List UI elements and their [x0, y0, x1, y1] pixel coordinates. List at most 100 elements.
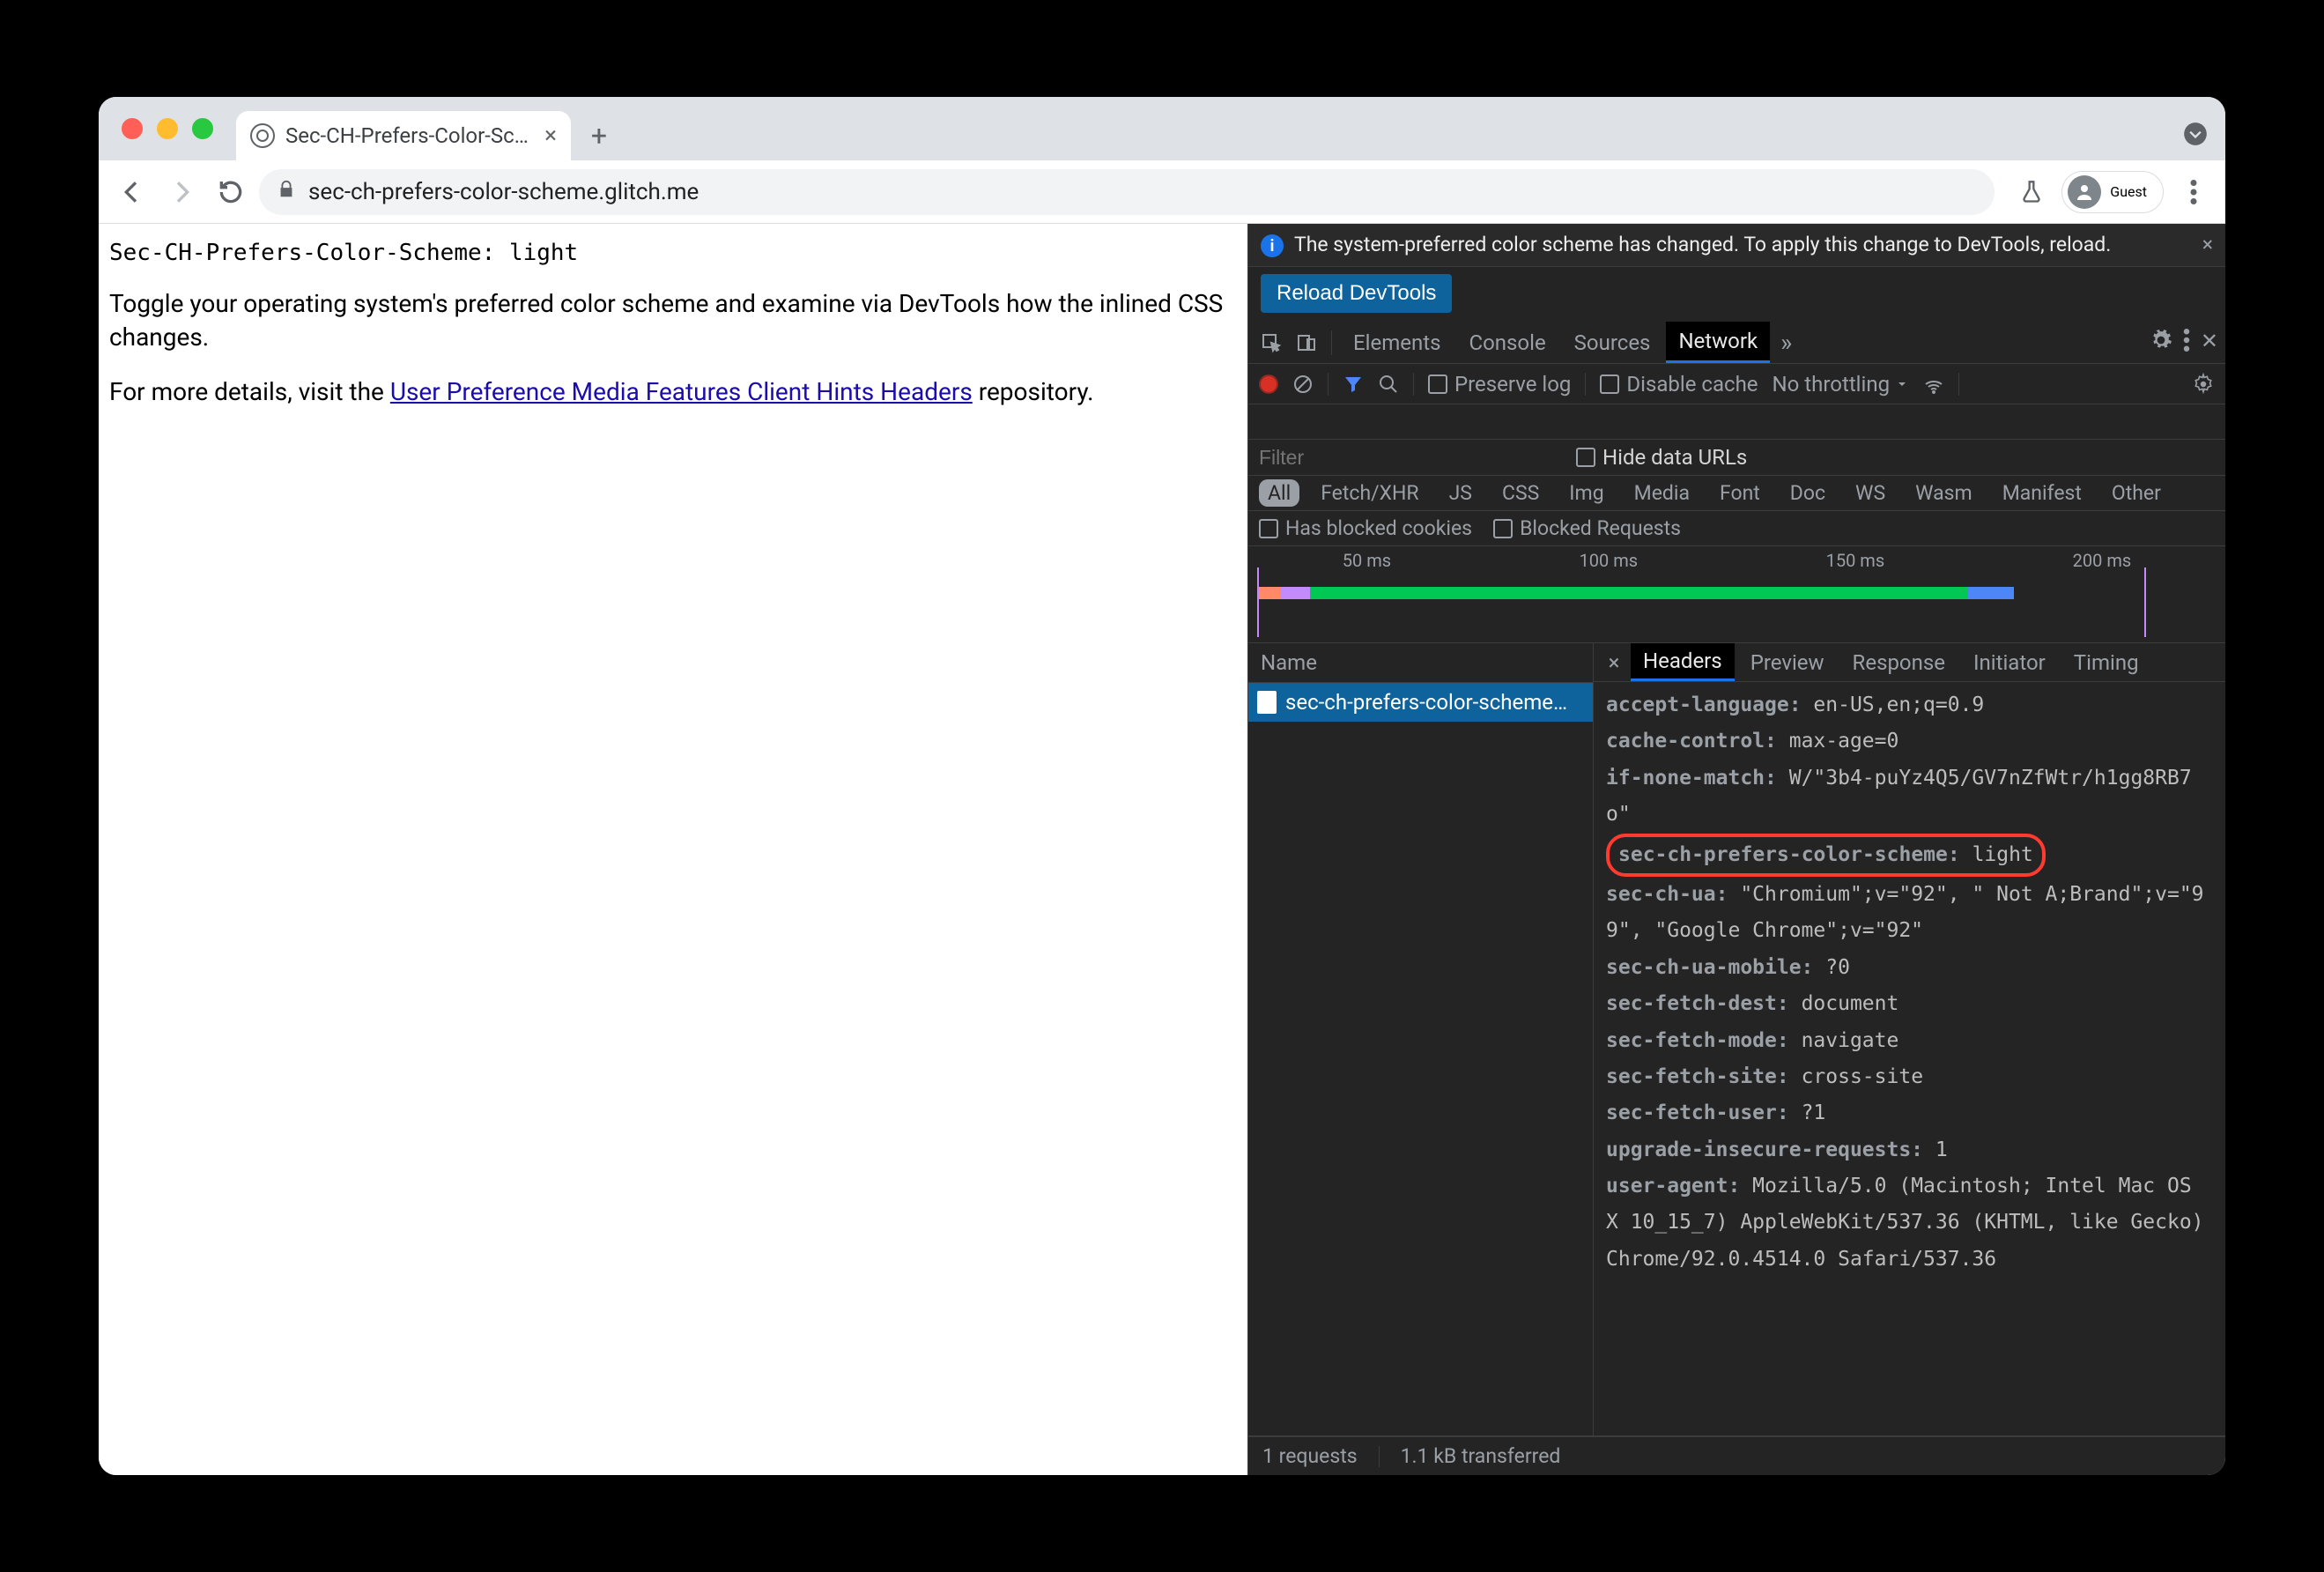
browser-tab[interactable]: Sec-CH-Prefers-Color-Schem… × — [236, 111, 571, 160]
type-filter-img[interactable]: Img — [1560, 479, 1612, 507]
header-line: sec-fetch-mode: navigate — [1606, 1023, 2213, 1059]
client-hints-link[interactable]: User Preference Media Features Client Hi… — [390, 377, 973, 406]
type-filter-doc[interactable]: Doc — [1781, 479, 1834, 507]
minimize-window-button[interactable] — [157, 118, 178, 139]
request-list-header[interactable]: Name — [1248, 643, 1593, 683]
timeline-marker — [1257, 567, 1259, 637]
lock-icon — [277, 179, 296, 205]
header-line: sec-ch-prefers-color-scheme: light — [1606, 834, 2046, 877]
tab-close-button[interactable]: × — [544, 122, 557, 149]
type-filter-ws[interactable]: WS — [1847, 479, 1894, 507]
profile-button[interactable]: Guest — [2061, 171, 2164, 213]
filter-row: Hide data URLs — [1248, 440, 2225, 476]
detail-tab-preview[interactable]: Preview — [1738, 643, 1837, 681]
tab-sources[interactable]: Sources — [1562, 322, 1663, 363]
page-text: repository. — [973, 377, 1094, 406]
type-filter-manifest[interactable]: Manifest — [1994, 479, 2091, 507]
devtools-menu-icon[interactable] — [2183, 329, 2190, 357]
upload-icon[interactable] — [1259, 412, 1278, 432]
header-line: cache-control: max-age=0 — [1606, 723, 2213, 760]
devtools-close-button[interactable]: ✕ — [2201, 329, 2218, 357]
header-line: sec-fetch-site: cross-site — [1606, 1059, 2213, 1095]
profile-label: Guest — [2110, 183, 2147, 200]
type-filter-css[interactable]: CSS — [1493, 479, 1548, 507]
blocked-requests-checkbox[interactable]: Blocked Requests — [1493, 516, 1681, 540]
browser-menu-button[interactable] — [2174, 173, 2213, 211]
maximize-window-button[interactable] — [192, 118, 213, 139]
devtools-tab-right: ✕ — [2150, 329, 2218, 357]
hide-data-urls-checkbox[interactable]: Hide data URLs — [1576, 445, 1747, 470]
network-settings-icon[interactable] — [2192, 373, 2215, 396]
separator — [1331, 330, 1332, 355]
tab-title: Sec-CH-Prefers-Color-Schem… — [285, 123, 534, 148]
type-filter-font[interactable]: Font — [1711, 479, 1769, 507]
tab-network[interactable]: Network — [1666, 322, 1770, 363]
tab-bar: Sec-CH-Prefers-Color-Schem… × + — [99, 97, 2225, 160]
headers-body[interactable]: accept-language: en-US,en;q=0.9cache-con… — [1594, 682, 2225, 1435]
reload-devtools-button[interactable]: Reload DevTools — [1261, 274, 1452, 313]
page-viewport[interactable]: Sec-CH-Prefers-Color-Scheme: light Toggl… — [99, 224, 1247, 1475]
header-line: sec-fetch-dest: document — [1606, 986, 2213, 1022]
devtools-main-tabs: Elements Console Sources Network » ✕ — [1248, 322, 2225, 364]
throttling-select[interactable]: No throttling — [1773, 372, 1910, 397]
separator — [1958, 373, 1959, 396]
traffic-lights — [122, 118, 213, 139]
type-filter-js[interactable]: JS — [1440, 479, 1481, 507]
request-list: Name sec-ch-prefers-color-scheme… — [1248, 643, 1594, 1435]
detail-close-button[interactable]: × — [1601, 650, 1627, 675]
globe-icon — [250, 123, 275, 148]
network-timeline[interactable]: 50 ms 100 ms 150 ms 200 ms — [1248, 546, 2225, 643]
address-bar[interactable]: sec-ch-prefers-color-scheme.glitch.me — [259, 169, 1995, 215]
type-filter-wasm[interactable]: Wasm — [1906, 479, 1981, 507]
close-window-button[interactable] — [122, 118, 143, 139]
page-paragraph-2: For more details, visit the User Prefere… — [109, 375, 1237, 409]
new-tab-button[interactable]: + — [578, 115, 620, 157]
request-row[interactable]: sec-ch-prefers-color-scheme… — [1248, 683, 1593, 722]
separator — [1328, 373, 1329, 396]
reload-button[interactable] — [210, 171, 252, 213]
separator — [1379, 1446, 1380, 1467]
preserve-log-checkbox[interactable]: Preserve log — [1428, 372, 1571, 397]
record-button[interactable] — [1259, 374, 1278, 394]
type-filter-other[interactable]: Other — [2103, 479, 2170, 507]
detail-tab-initiator[interactable]: Initiator — [1961, 643, 2058, 681]
network-split-view: Name sec-ch-prefers-color-scheme… × Head… — [1248, 643, 2225, 1436]
tab-console[interactable]: Console — [1456, 322, 1558, 363]
blocked-cookies-checkbox[interactable]: Has blocked cookies — [1259, 516, 1472, 540]
filter-input[interactable] — [1259, 446, 1558, 470]
back-button[interactable] — [111, 171, 153, 213]
inspect-element-icon[interactable] — [1255, 327, 1287, 359]
clear-icon[interactable] — [1292, 374, 1314, 395]
content-area: Sec-CH-Prefers-Color-Scheme: light Toggl… — [99, 224, 2225, 1475]
header-line: if-none-match: W/"3b4-puYz4Q5/GV7nZfWtr/… — [1606, 760, 2213, 834]
info-icon: i — [1261, 234, 1284, 257]
banner-close-button[interactable]: × — [2202, 233, 2213, 256]
detail-tab-timing[interactable]: Timing — [2061, 643, 2151, 681]
timeline-ticks: 50 ms 100 ms 150 ms 200 ms — [1248, 550, 2225, 571]
search-icon[interactable] — [1378, 374, 1399, 395]
forward-button[interactable] — [160, 171, 203, 213]
network-status-bar: 1 requests 1.1 kB transferred — [1248, 1436, 2225, 1475]
device-toolbar-icon[interactable] — [1291, 327, 1322, 359]
type-filter-all[interactable]: All — [1259, 479, 1299, 507]
export-icon[interactable] — [2007, 374, 2026, 394]
type-filter-media[interactable]: Media — [1625, 479, 1699, 507]
network-conditions-icon[interactable] — [1923, 374, 1944, 395]
separator — [1585, 373, 1586, 396]
import-icon[interactable] — [1973, 374, 1993, 394]
type-filter-fetchxhr[interactable]: Fetch/XHR — [1312, 479, 1427, 507]
header-line: sec-ch-ua: "Chromium";v="92", " Not A;Br… — [1606, 877, 2213, 950]
tab-dropdown-button[interactable] — [2183, 122, 2208, 150]
network-toolbar: Preserve log Disable cache No throttling — [1248, 364, 2225, 404]
download-icon[interactable] — [1296, 412, 1315, 432]
filter-icon[interactable] — [1343, 374, 1364, 395]
settings-icon[interactable] — [2150, 329, 2172, 357]
detail-tab-response[interactable]: Response — [1840, 643, 1958, 681]
labs-icon[interactable] — [2012, 173, 2051, 211]
more-tabs-button[interactable]: » — [1773, 328, 1799, 357]
file-icon — [1257, 691, 1277, 714]
status-transferred: 1.1 kB transferred — [1401, 1444, 1561, 1468]
disable-cache-checkbox[interactable]: Disable cache — [1600, 372, 1758, 397]
detail-tab-headers[interactable]: Headers — [1631, 643, 1735, 681]
tab-elements[interactable]: Elements — [1341, 322, 1453, 363]
